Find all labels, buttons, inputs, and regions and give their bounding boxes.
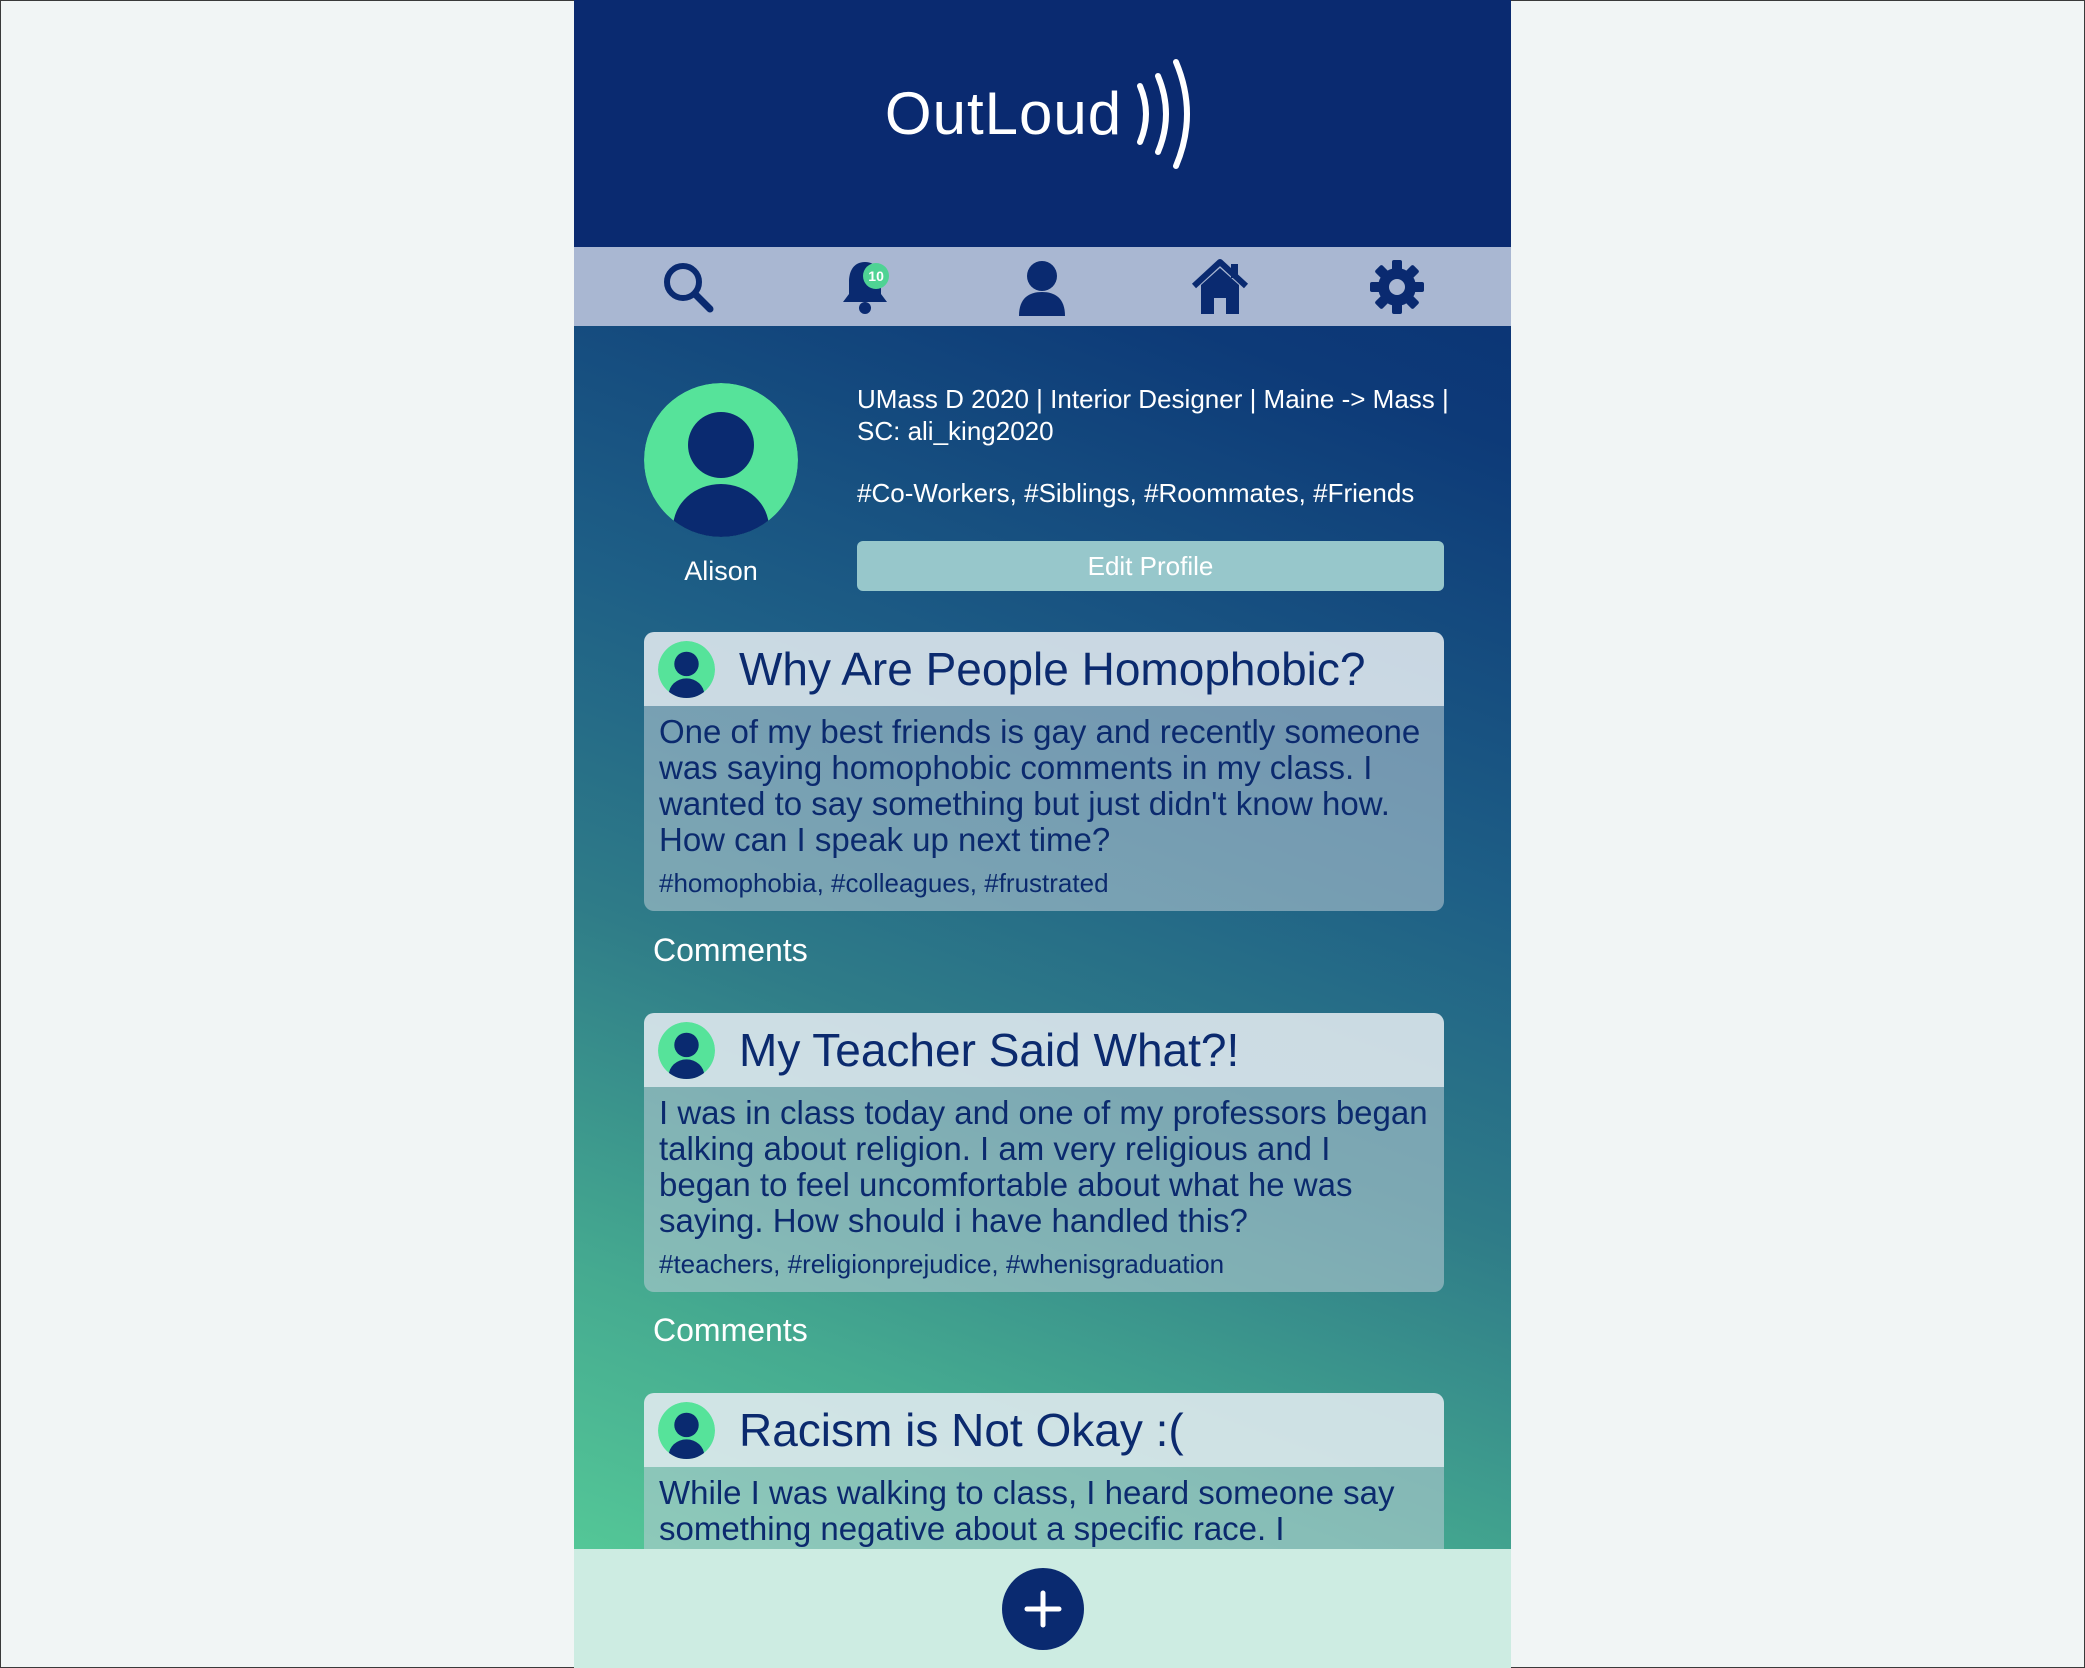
post-body: One of my best friends is gay and recent… bbox=[644, 706, 1444, 911]
post-body: I was in class today and one of my profe… bbox=[644, 1087, 1444, 1292]
post-text: I was in class today and one of my profe… bbox=[659, 1094, 1428, 1239]
profile-username: Alison bbox=[684, 556, 758, 586]
post-author-avatar[interactable] bbox=[658, 1021, 715, 1079]
bottom-bar bbox=[574, 1549, 1511, 1668]
user-avatar-icon bbox=[658, 640, 715, 698]
search-icon bbox=[663, 262, 714, 312]
post-card[interactable]: My Teacher Said What?! I was in class to… bbox=[644, 1013, 1444, 1292]
comments-link[interactable]: Comments bbox=[653, 1312, 808, 1349]
user-icon bbox=[1019, 260, 1066, 316]
user-avatar-icon bbox=[658, 1021, 715, 1079]
nav-bar: 10 bbox=[574, 247, 1511, 326]
logo-text: OutLoud bbox=[884, 80, 1123, 147]
profile-section: Alison UMass D 2020 | Interior Designer … bbox=[644, 383, 1449, 593]
user-avatar-icon bbox=[644, 383, 798, 537]
app-header: OutLoud bbox=[574, 0, 1511, 247]
post-card[interactable]: Why Are People Homophobic? One of my bes… bbox=[644, 632, 1444, 911]
post-text: While I was walking to class, I heard so… bbox=[659, 1474, 1395, 1547]
nav-profile-button[interactable] bbox=[1012, 257, 1072, 317]
post-title: My Teacher Said What?! bbox=[739, 1024, 1240, 1076]
add-post-button[interactable] bbox=[1001, 1567, 1084, 1650]
home-icon bbox=[1191, 258, 1248, 314]
profile-avatar[interactable] bbox=[644, 383, 798, 537]
post-tags: #teachers, #religionprejudice, #whenisgr… bbox=[659, 1249, 1225, 1279]
post-author-avatar[interactable] bbox=[658, 1401, 715, 1459]
nav-notifications-button[interactable]: 10 bbox=[835, 257, 895, 317]
post-title: Racism is Not Okay :( bbox=[739, 1404, 1184, 1456]
outloud-logo: OutLoud bbox=[885, 54, 1200, 174]
post-header: Why Are People Homophobic? bbox=[644, 632, 1444, 706]
post-header: Racism is Not Okay :( bbox=[644, 1393, 1444, 1467]
gear-icon bbox=[1370, 259, 1425, 314]
post-header: My Teacher Said What?! bbox=[644, 1013, 1444, 1087]
post-card[interactable]: Racism is Not Okay :( While I was walkin… bbox=[644, 1393, 1444, 1559]
post-body: While I was walking to class, I heard so… bbox=[644, 1467, 1444, 1559]
comments-link[interactable]: Comments bbox=[653, 932, 808, 969]
notification-badge: 10 bbox=[863, 262, 890, 289]
profile-tags: #Co-Workers, #Siblings, #Roommates, #Fri… bbox=[857, 478, 1415, 508]
post-text: One of my best friends is gay and recent… bbox=[659, 713, 1421, 858]
user-avatar-icon bbox=[658, 1401, 715, 1459]
edit-profile-button[interactable]: Edit Profile bbox=[857, 541, 1444, 591]
nav-search-button[interactable] bbox=[658, 257, 718, 317]
nav-home-button[interactable] bbox=[1190, 257, 1250, 317]
post-tags: #homophobia, #colleagues, #frustrated bbox=[659, 868, 1109, 898]
post-author-avatar[interactable] bbox=[658, 640, 715, 698]
nav-settings-button[interactable] bbox=[1367, 257, 1427, 317]
post-title: Why Are People Homophobic? bbox=[739, 643, 1366, 695]
profile-bio: UMass D 2020 | Interior Designer | Maine… bbox=[857, 384, 1449, 446]
sound-waves-icon bbox=[1137, 58, 1191, 169]
plus-icon bbox=[1024, 1590, 1061, 1627]
app-screen: OutLoud 10 Alison UMass D 2020 | Interio… bbox=[574, 0, 1511, 1668]
